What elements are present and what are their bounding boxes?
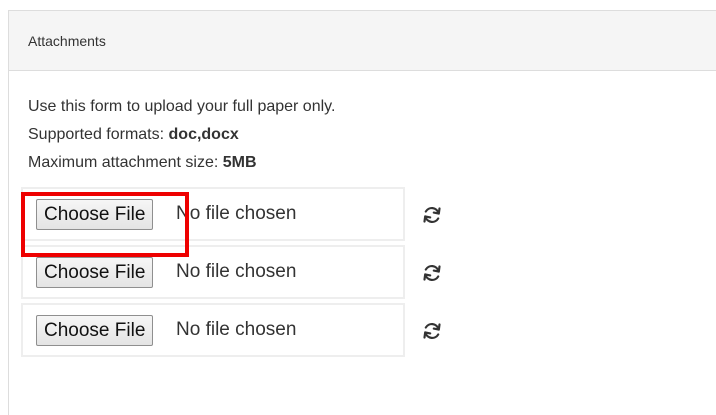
panel-title: Attachments [28, 32, 106, 49]
supported-formats-line: Supported formats: doc,docx [28, 121, 716, 149]
supported-formats-value: doc,docx [168, 126, 239, 143]
choose-file-button[interactable]: Choose File [36, 315, 154, 346]
max-size-value: 5MB [222, 154, 257, 171]
max-size-line: Maximum attachment size: 5MB [28, 149, 716, 177]
file-input-list: Choose File No file chosen Choose File N… [21, 187, 441, 361]
file-input-row: Choose File No file chosen [21, 245, 441, 299]
file-status-text: No file chosen [176, 261, 297, 282]
refresh-icon[interactable] [422, 263, 442, 283]
choose-file-button[interactable]: Choose File [36, 257, 154, 288]
file-status-text: No file chosen [176, 203, 297, 224]
refresh-icon[interactable] [422, 205, 442, 225]
refresh-icon[interactable] [422, 321, 442, 341]
instruction-text: Use this form to upload your full paper … [28, 98, 336, 115]
max-size-label: Maximum attachment size: [28, 154, 223, 171]
file-status-text: No file chosen [176, 319, 297, 340]
panel-heading: Attachments [9, 11, 716, 71]
file-input-row: Choose File No file chosen [21, 303, 441, 357]
supported-formats-label: Supported formats: [28, 126, 169, 143]
panel-body: Use this form to upload your full paper … [9, 71, 716, 177]
file-input-row: Choose File No file chosen [21, 187, 441, 241]
choose-file-button[interactable]: Choose File [36, 199, 154, 230]
